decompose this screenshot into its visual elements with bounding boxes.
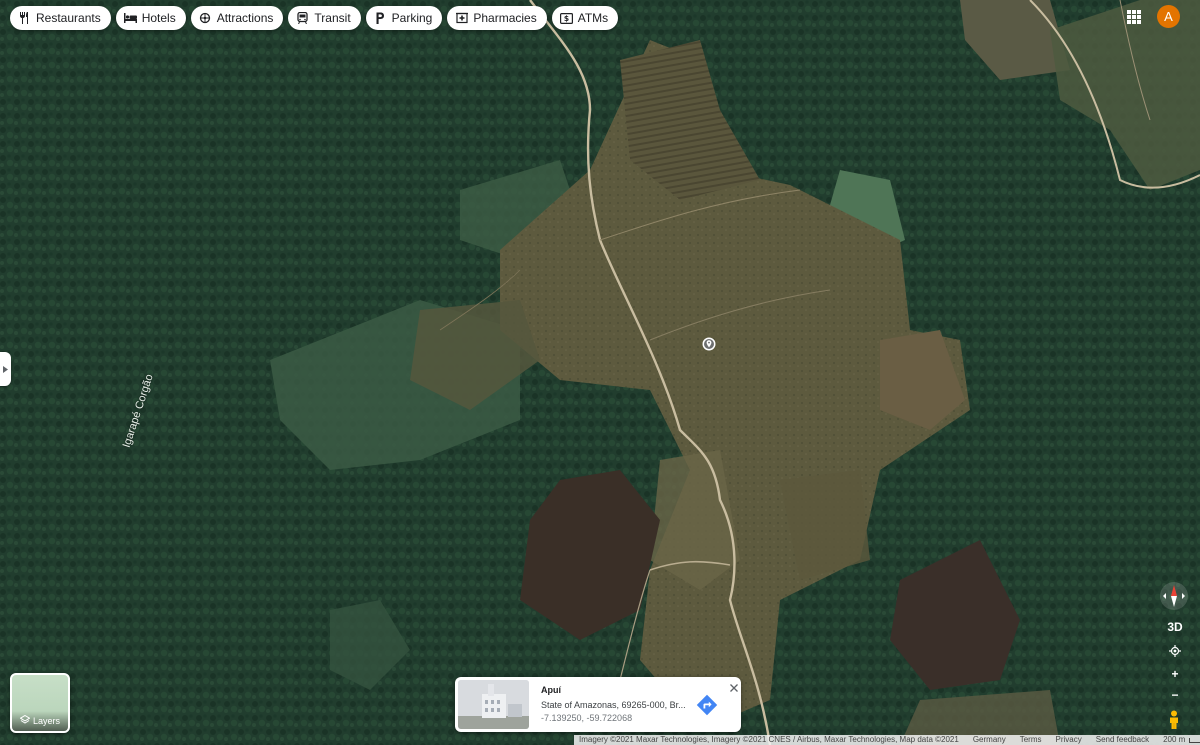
scale-label: 200 m xyxy=(1163,735,1186,744)
chip-pharmacies[interactable]: Pharmacies xyxy=(447,6,547,30)
pharmacy-icon xyxy=(455,12,468,25)
chip-hotels[interactable]: Hotels xyxy=(115,6,186,30)
place-coordinates: -7.139250, -59.722068 xyxy=(541,713,633,723)
google-apps-icon[interactable] xyxy=(1127,10,1141,24)
street-view-pegman-icon[interactable] xyxy=(1167,710,1181,730)
chip-atms[interactable]: $ ATMs xyxy=(551,6,619,30)
parking-icon xyxy=(374,12,387,25)
close-icon xyxy=(730,684,738,692)
scale-ruler xyxy=(1189,737,1200,743)
hotel-icon xyxy=(123,12,137,25)
svg-text:$: $ xyxy=(564,14,569,23)
scale-bar[interactable]: 200 m xyxy=(1163,735,1200,745)
transit-icon xyxy=(296,12,309,25)
tilt-3d-button[interactable]: 3D xyxy=(1165,617,1185,637)
region-link[interactable]: Germany xyxy=(973,735,1006,745)
compass-icon xyxy=(1163,585,1185,607)
expand-side-panel-button[interactable] xyxy=(0,352,11,386)
chip-label: Hotels xyxy=(141,11,176,25)
layers-button[interactable]: Layers xyxy=(10,673,70,733)
imagery-attribution: Imagery ©2021 Maxar Technologies, Imager… xyxy=(579,735,959,744)
chip-label: Restaurants xyxy=(36,11,101,25)
satellite-map[interactable] xyxy=(0,0,1200,745)
my-location-button[interactable] xyxy=(1165,641,1185,661)
place-info-card[interactable]: Apuí State of Amazonas, 69265-000, Br...… xyxy=(455,677,741,732)
place-street-view-thumbnail[interactable] xyxy=(458,680,529,729)
layers-icon xyxy=(19,714,31,727)
chip-parking[interactable]: Parking xyxy=(365,6,443,30)
chip-attractions[interactable]: Attractions xyxy=(190,6,284,30)
chip-label: Transit xyxy=(314,11,351,25)
account-avatar[interactable]: A xyxy=(1157,5,1180,28)
attractions-icon xyxy=(199,12,212,25)
chip-label: Attractions xyxy=(216,11,274,25)
chip-transit[interactable]: Transit xyxy=(288,6,361,30)
layers-label: Layers xyxy=(32,716,60,726)
zoom-out-button[interactable]: − xyxy=(1165,685,1185,705)
compass-button[interactable] xyxy=(1160,582,1188,610)
category-chips: Restaurants Hotels Attractions Transit P… xyxy=(10,6,619,30)
terms-link[interactable]: Terms xyxy=(1020,735,1042,745)
place-address: State of Amazonas, 69265-000, Br... xyxy=(541,700,686,710)
atm-icon: $ xyxy=(559,12,573,25)
place-title: Apuí xyxy=(541,685,561,695)
location-marker-icon[interactable] xyxy=(702,337,716,351)
my-location-icon xyxy=(1169,645,1181,657)
chip-restaurants[interactable]: Restaurants xyxy=(10,6,111,30)
directions-button[interactable] xyxy=(696,694,718,716)
zoom-in-button[interactable]: + xyxy=(1165,664,1185,684)
chip-label: Pharmacies xyxy=(473,11,537,25)
directions-icon xyxy=(696,694,718,716)
map-footer: Imagery ©2021 Maxar Technologies, Imager… xyxy=(574,735,1200,745)
chip-label: Parking xyxy=(391,11,433,25)
restaurant-icon xyxy=(18,12,31,25)
close-card-button[interactable] xyxy=(729,680,739,692)
privacy-link[interactable]: Privacy xyxy=(1056,735,1082,745)
send-feedback-link[interactable]: Send feedback xyxy=(1096,735,1149,745)
chevron-right-icon xyxy=(3,360,8,378)
chip-label: ATMs xyxy=(577,11,609,25)
